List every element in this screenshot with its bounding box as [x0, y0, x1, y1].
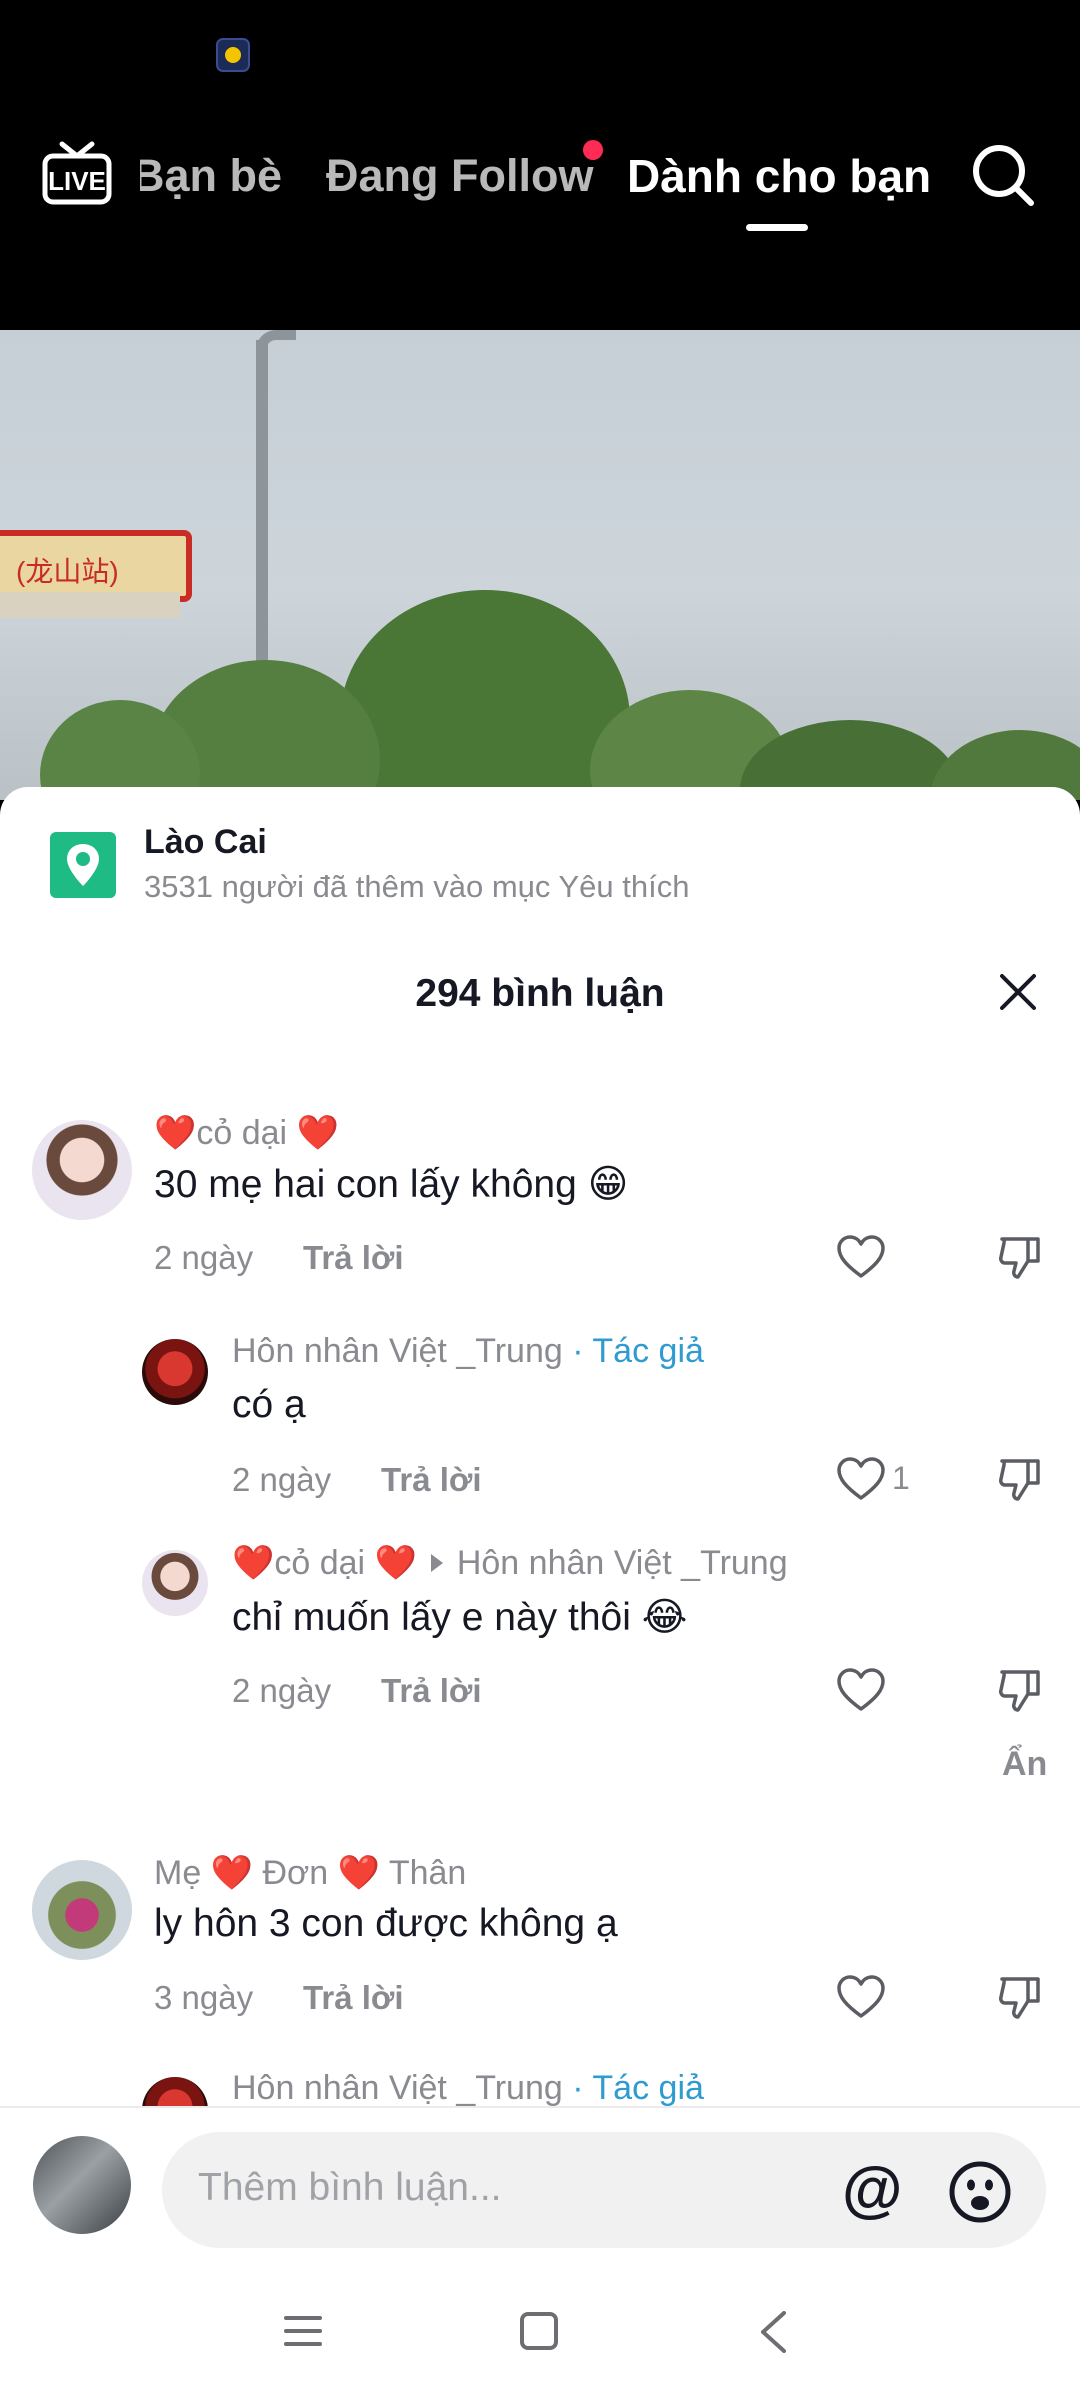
live-icon[interactable]: LIVE	[42, 140, 112, 206]
comment-username[interactable]: ❤️cỏ dại ❤️	[154, 1113, 339, 1153]
avatar[interactable]	[32, 1120, 132, 1220]
heart-icon[interactable]	[836, 1234, 886, 1280]
svg-text:LIVE: LIVE	[48, 166, 106, 196]
reply-button[interactable]: Trả lời	[381, 1672, 482, 1710]
comment-input-bar: Thêm bình luận... @	[0, 2106, 1080, 2258]
like-count: 1	[892, 1460, 910, 1496]
tab-friends[interactable]: Bạn bè	[140, 148, 290, 208]
comment-text: ly hôn 3 con được không ạ	[154, 1902, 618, 1945]
notification-dot	[583, 140, 603, 160]
mention-icon[interactable]: @	[842, 2156, 902, 2224]
reply-button[interactable]: Trả lời	[303, 1979, 404, 2017]
search-icon[interactable]	[970, 142, 1036, 208]
comment-username[interactable]: Hôn nhân Việt _Trung · Tác giả	[232, 1332, 704, 1371]
dislike-icon[interactable]	[996, 1233, 1044, 1281]
dislike-icon[interactable]	[996, 1666, 1044, 1714]
author-badge: · Tác giả	[572, 2069, 704, 2107]
comment-username[interactable]: ❤️cỏ dại ❤️ Hôn nhân Việt _Trung	[232, 1543, 788, 1583]
location-favorites-count: 3531 người đã thêm vào mục Yêu thích	[144, 869, 690, 904]
hide-replies-button[interactable]: Ẩn	[1002, 1745, 1047, 1784]
comment-username[interactable]: Hôn nhân Việt _Trung · Tác giả	[232, 2069, 704, 2108]
tab-for-you[interactable]: Dành cho bạn	[627, 148, 931, 204]
system-nav-bar	[0, 2256, 1080, 2400]
comment-date: 2 ngày	[232, 1461, 332, 1498]
comment-text: có ạ	[232, 1383, 306, 1426]
comments-count-title: 294 bình luận	[415, 972, 665, 1015]
emoji-icon[interactable]	[948, 2160, 1012, 2224]
avatar[interactable]	[142, 1339, 208, 1405]
tab-following[interactable]: Đang Follow	[326, 148, 593, 204]
active-tab-indicator	[746, 224, 808, 231]
avatar[interactable]	[142, 1550, 208, 1616]
heart-icon[interactable]	[836, 1667, 886, 1713]
comment-input[interactable]: Thêm bình luận... @	[162, 2132, 1046, 2248]
comment-username[interactable]: Mẹ ❤️ Đơn ❤️ Thân	[154, 1853, 466, 1893]
comment-date: 2 ngày	[232, 1672, 332, 1709]
reply-to-username: Hôn nhân Việt _Trung	[456, 1544, 788, 1582]
my-avatar[interactable]	[33, 2136, 131, 2234]
reply-button[interactable]: Trả lời	[303, 1239, 404, 1277]
recent-apps-icon[interactable]	[284, 2314, 322, 2348]
reply-arrow-icon	[430, 1554, 443, 1573]
top-nav-bar: LIVE Bạn bè Đang Follow Dành cho bạn	[0, 0, 1080, 330]
comment-input-placeholder: Thêm bình luận...	[198, 2166, 502, 2209]
reply-button[interactable]: Trả lời	[381, 1461, 482, 1499]
comment-date: 2 ngày	[154, 1239, 254, 1276]
status-bar-app-icon	[216, 38, 250, 72]
home-icon[interactable]	[520, 2312, 558, 2350]
dislike-icon[interactable]	[996, 1455, 1044, 1503]
heart-icon[interactable]	[836, 1456, 886, 1502]
comment-text: 30 mẹ hai con lấy không 😁	[154, 1163, 629, 1206]
location-pin-icon	[50, 832, 116, 898]
author-badge: · Tác giả	[572, 1332, 704, 1370]
comment-date: 3 ngày	[154, 1979, 254, 2016]
avatar[interactable]	[32, 1860, 132, 1960]
back-icon[interactable]	[758, 2310, 788, 2354]
close-icon[interactable]	[996, 970, 1040, 1014]
heart-icon[interactable]	[836, 1974, 886, 2020]
video-player[interactable]: (龙山站)	[0, 330, 1080, 800]
comment-text: chỉ muốn lấy e này thôi 😂	[232, 1596, 688, 1639]
location-name: Lào Cai	[144, 823, 267, 861]
dislike-icon[interactable]	[996, 1973, 1044, 2021]
